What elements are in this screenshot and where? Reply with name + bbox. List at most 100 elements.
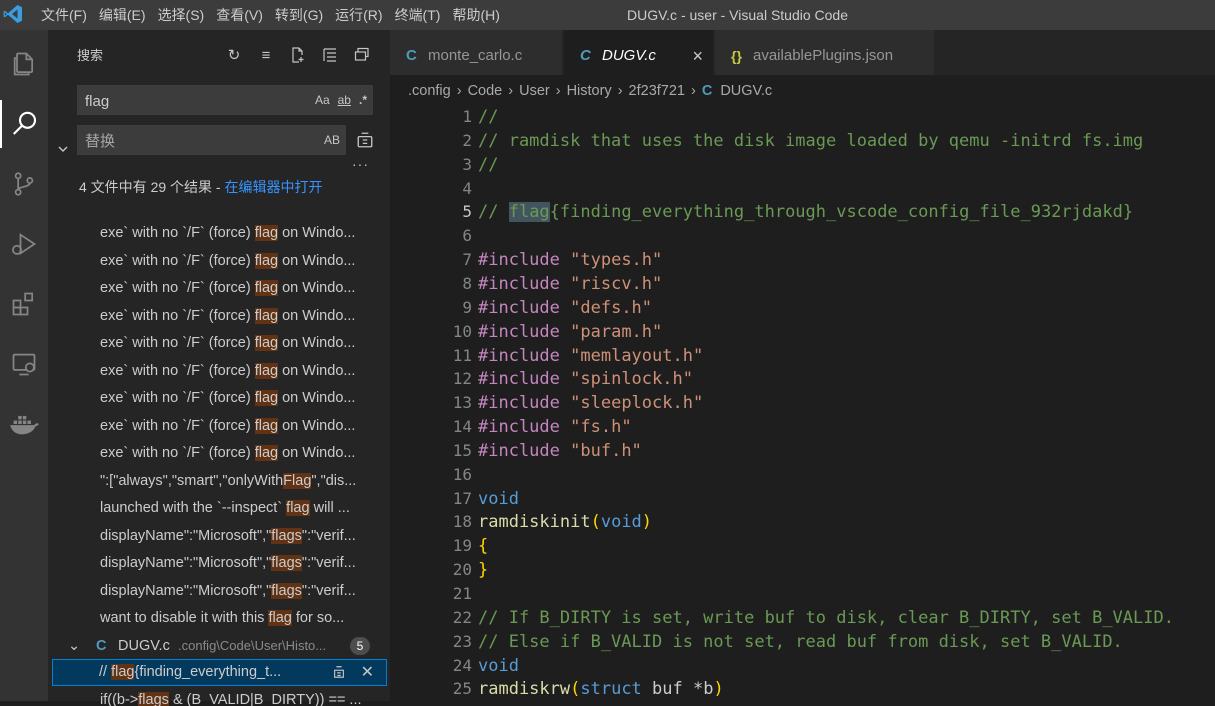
tab-monte-carlo[interactable]: C monte_carlo.c xyxy=(390,30,563,75)
code-text: // Else if B_VALID is not set, read buf … xyxy=(478,631,1123,652)
replace-icon[interactable] xyxy=(332,660,346,685)
result-match: flags xyxy=(271,582,302,599)
new-search-editor-icon[interactable] xyxy=(288,45,308,65)
result-row[interactable]: exe` with no `/F` (force) flag on Windo.… xyxy=(48,275,386,303)
sidebar-header: 搜索 ↻ ≡ xyxy=(48,30,390,65)
breadcrumb-item[interactable]: History xyxy=(567,83,612,99)
code-text: } xyxy=(478,560,489,581)
remote-explorer-icon[interactable] xyxy=(0,340,48,388)
result-row[interactable]: exe` with no `/F` (force) flag on Windo.… xyxy=(48,385,386,413)
result-row[interactable]: displayName":"Microsoft","flags":"verif.… xyxy=(48,523,386,551)
window-title: DUGV.c - user - Visual Studio Code xyxy=(627,7,848,23)
replace-all-icon[interactable] xyxy=(356,131,374,152)
preserve-case-toggle[interactable]: AB xyxy=(324,131,340,149)
tab-available-plugins[interactable]: {} availablePlugins.json xyxy=(715,30,935,75)
result-row[interactable]: exe` with no `/F` (force) flag on Windo.… xyxy=(48,330,386,358)
code-text: { xyxy=(478,536,489,557)
result-row[interactable]: want to disable it with this flag for so… xyxy=(48,605,386,633)
result-match: flag xyxy=(254,225,279,241)
breadcrumb: .config › Code › User › History › 2f23f721 › C DUGV… xyxy=(408,83,773,99)
file-group-path: .config\Code\User\Histo... xyxy=(178,638,327,653)
line-number: 18 xyxy=(452,512,472,532)
match-whole-word-toggle[interactable]: ab xyxy=(338,91,351,109)
result-match: flags xyxy=(271,555,302,571)
line-number: 12 xyxy=(452,369,472,389)
more-options-icon[interactable]: ··· xyxy=(352,156,369,172)
search-icon[interactable] xyxy=(0,100,48,148)
line-number: 3 xyxy=(462,154,472,174)
breadcrumb-item[interactable]: 2f23f721 xyxy=(629,83,685,99)
code-text: // ramdisk that uses the disk image load… xyxy=(478,130,1144,151)
result-suffix: on Windo... xyxy=(278,225,356,241)
result-row[interactable]: exe` with no `/F` (force) flag on Windo.… xyxy=(48,358,386,386)
breadcrumb-item[interactable]: DUGV.c xyxy=(720,83,772,99)
result-prefix: exe` with no `/F` (force) xyxy=(100,280,255,296)
search-input-box: Aa ab .* xyxy=(77,85,373,115)
result-suffix: ":"verif... xyxy=(301,527,356,544)
code-text: ramdiskinit(void) xyxy=(478,512,653,533)
result-row[interactable]: launched with the `--inspect` flag will … xyxy=(48,495,386,523)
run-debug-icon[interactable] xyxy=(0,220,48,268)
result-prefix: // xyxy=(99,664,112,680)
refresh-icon[interactable]: ↻ xyxy=(224,45,244,65)
result-match: Flag xyxy=(283,472,312,489)
result-row[interactable]: displayName":"Microsoft","flags":"verif.… xyxy=(48,550,386,578)
result-row[interactable]: ":["always","smart","onlyWithFlag","dis.… xyxy=(48,468,386,496)
result-prefix: displayName":"Microsoft"," xyxy=(100,555,272,571)
use-regex-toggle[interactable]: .* xyxy=(359,91,367,109)
result-suffix: on Windo... xyxy=(278,280,356,296)
search-results-list: exe` with no `/F` (force) flag on Windo.… xyxy=(48,220,390,633)
selected-result-row[interactable]: // flag{finding_everything_t... ✕ xyxy=(52,659,387,686)
sidebar-title: 搜索 xyxy=(77,48,104,63)
code-text: #include "memlayout.h" xyxy=(478,345,704,366)
dismiss-icon[interactable]: ✕ xyxy=(361,660,374,685)
view-as-tree-icon[interactable] xyxy=(352,45,372,65)
tab-dugv[interactable]: C DUGV.c × xyxy=(564,30,714,75)
docker-icon[interactable] xyxy=(0,400,48,448)
line-number: 15 xyxy=(452,440,472,460)
result-row[interactable]: exe` with no `/F` (force) flag on Windo.… xyxy=(48,440,386,468)
tab-label: availablePlugins.json xyxy=(753,47,894,64)
file-group-row[interactable]: ⌄ C DUGV.c .config\Code\User\Histo... 5 xyxy=(48,633,390,659)
open-in-editor-link[interactable]: 在编辑器中打开 xyxy=(224,179,322,195)
result-row[interactable]: exe` with no `/F` (force) flag on Windo.… xyxy=(48,413,386,441)
result-match: flag xyxy=(268,610,292,626)
result-row[interactable]: displayName":"Microsoft","flags":"verif.… xyxy=(48,578,386,606)
line-number: 13 xyxy=(452,393,472,413)
source-control-icon[interactable] xyxy=(0,160,48,208)
result-row[interactable]: exe` with no `/F` (force) flag on Windo.… xyxy=(48,303,386,331)
breadcrumb-item[interactable]: Code xyxy=(468,83,503,99)
extensions-icon[interactable] xyxy=(0,280,48,328)
code-text: #include "sleeplock.h" xyxy=(478,393,704,414)
result-suffix: ","dis... xyxy=(311,472,357,489)
close-icon[interactable]: × xyxy=(692,30,703,82)
breadcrumb-item[interactable]: User xyxy=(519,83,550,99)
result-suffix: on Windo... xyxy=(278,252,356,269)
line-number: 4 xyxy=(462,178,472,198)
search-input[interactable] xyxy=(83,90,287,112)
explorer-icon[interactable] xyxy=(0,40,48,88)
toggle-replace-chevron-icon[interactable] xyxy=(56,142,70,159)
result-prefix: launched with the `--inspect` xyxy=(100,500,287,516)
match-case-toggle[interactable]: Aa xyxy=(315,91,330,109)
clear-results-icon[interactable]: ≡ xyxy=(256,45,276,65)
breadcrumb-item[interactable]: .config xyxy=(408,83,451,99)
replace-input[interactable] xyxy=(83,130,287,152)
code-text: #include "spinlock.h" xyxy=(478,369,693,390)
result-row[interactable]: exe` with no `/F` (force) flag on Windo.… xyxy=(48,248,386,276)
result-match: flag xyxy=(254,252,279,269)
collapse-all-icon[interactable] xyxy=(320,45,340,65)
result-row[interactable]: exe` with no `/F` (force) flag on Windo.… xyxy=(48,220,386,248)
result-row[interactable]: if((b->flags & (B_VALID|B_DIRTY)) == ... xyxy=(48,686,386,706)
result-prefix: ":["always","smart","onlyWith xyxy=(100,472,284,489)
line-number: 19 xyxy=(452,536,472,556)
line-number: 6 xyxy=(462,226,472,246)
result-prefix: exe` with no `/F` (force) xyxy=(100,335,255,351)
result-prefix: exe` with no `/F` (force) xyxy=(100,225,255,241)
line-number: 8 xyxy=(462,273,472,293)
result-suffix: on Windo... xyxy=(278,335,356,351)
result-match: flag xyxy=(254,307,279,324)
code-editor[interactable]: 1 // 2 // ramdisk that uses the disk image … xyxy=(390,104,1215,701)
result-match: flags xyxy=(271,527,302,544)
replace-input-box: AB xyxy=(77,125,346,155)
